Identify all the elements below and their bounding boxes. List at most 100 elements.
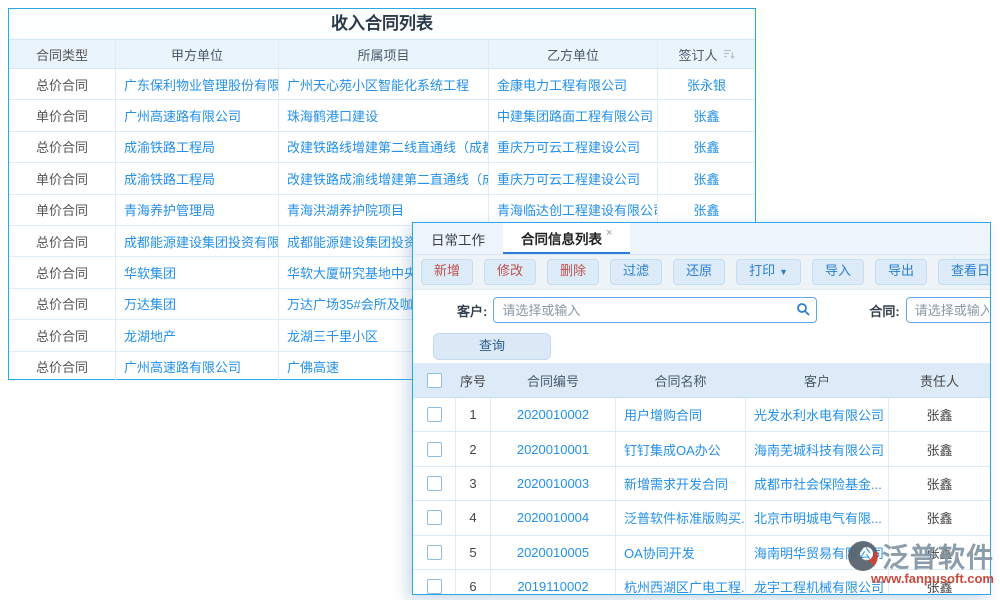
tab-label: 日常工作 bbox=[431, 229, 485, 249]
query-button[interactable]: 查询 bbox=[433, 333, 551, 360]
delete-button[interactable]: 删除 bbox=[547, 259, 599, 285]
select-all-checkbox[interactable] bbox=[427, 373, 442, 388]
contract-search-input[interactable] bbox=[906, 297, 991, 323]
cell-contract-name[interactable]: 钉钉集成OA办公 bbox=[616, 432, 746, 465]
table-row[interactable]: 总价合同 广东保利物业管理股份有限... 广州天心苑小区智能化系统工程 金康电力… bbox=[9, 69, 755, 100]
cell-index: 3 bbox=[456, 467, 491, 500]
cell-contract-code[interactable]: 2019110002 bbox=[491, 570, 616, 595]
sort-icon[interactable] bbox=[723, 48, 735, 60]
row-checkbox[interactable] bbox=[427, 407, 442, 422]
cell-party-a[interactable]: 成都能源建设集团投资有限... bbox=[116, 226, 279, 256]
tab-daily-work[interactable]: 日常工作 bbox=[413, 223, 503, 254]
cell-customer[interactable]: 海南明华贸易有限公司 bbox=[746, 536, 889, 569]
row-checkbox[interactable] bbox=[427, 545, 442, 560]
export-button[interactable]: 导出 bbox=[875, 259, 927, 285]
search-icon[interactable] bbox=[796, 302, 810, 319]
cell-index: 1 bbox=[456, 398, 491, 431]
edit-button[interactable]: 修改 bbox=[484, 259, 536, 285]
cell-project[interactable]: 广州天心苑小区智能化系统工程 bbox=[279, 69, 489, 99]
cell-contract-name[interactable]: 杭州西湖区广电工程... bbox=[616, 570, 746, 595]
cell-contract-type: 总价合同 bbox=[9, 352, 116, 382]
col-header-contract-type[interactable]: 合同类型 bbox=[9, 40, 116, 68]
cell-contract-type: 总价合同 bbox=[9, 132, 116, 162]
cell-customer[interactable]: 龙宇工程机械有限公司 bbox=[746, 570, 889, 595]
cell-contract-type: 总价合同 bbox=[9, 257, 116, 287]
col-header-party-a[interactable]: 甲方单位 bbox=[116, 40, 279, 68]
row-checkbox[interactable] bbox=[427, 442, 442, 457]
customer-search-input[interactable] bbox=[493, 297, 817, 323]
cell-party-b[interactable]: 重庆万可云工程建设公司 bbox=[489, 132, 658, 162]
table-row[interactable]: 单价合同 广州高速路有限公司 珠海鹤港口建设 中建集团路面工程有限公司 张鑫 bbox=[9, 100, 755, 131]
cell-project[interactable]: 珠海鹤港口建设 bbox=[279, 100, 489, 130]
cell-party-a[interactable]: 华软集团 bbox=[116, 257, 279, 287]
restore-button[interactable]: 还原 bbox=[673, 259, 725, 285]
cell-party-a[interactable]: 青海养护管理局 bbox=[116, 195, 279, 225]
cell-contract-code[interactable]: 2020010005 bbox=[491, 536, 616, 569]
contract-row[interactable]: 6 2019110002 杭州西湖区广电工程... 龙宇工程机械有限公司 张鑫 bbox=[413, 570, 990, 595]
cell-contract-code[interactable]: 2020010004 bbox=[491, 501, 616, 534]
view-log-button[interactable]: 查看日志 bbox=[938, 259, 991, 285]
cell-contract-type: 单价合同 bbox=[9, 100, 116, 130]
contract-row[interactable]: 2 2020010001 钉钉集成OA办公 海南芜城科技有限公司 张鑫 bbox=[413, 432, 990, 466]
cell-contract-type: 总价合同 bbox=[9, 289, 116, 319]
cell-party-a[interactable]: 广东保利物业管理股份有限... bbox=[116, 69, 279, 99]
cell-party-a[interactable]: 广州高速路有限公司 bbox=[116, 100, 279, 130]
cell-party-b[interactable]: 中建集团路面工程有限公司 bbox=[489, 100, 658, 130]
col-header-code[interactable]: 合同编号 bbox=[491, 363, 616, 397]
print-dropdown-button[interactable]: 打印▼ bbox=[736, 259, 801, 285]
col-header-owner[interactable]: 责任人 bbox=[889, 363, 990, 397]
cell-owner: 张鑫 bbox=[889, 570, 990, 595]
cell-customer[interactable]: 北京市明城电气有限... bbox=[746, 501, 889, 534]
cell-contract-code[interactable]: 2020010003 bbox=[491, 467, 616, 500]
cell-project[interactable]: 改建铁路线增建第二线直通线（成都-... bbox=[279, 132, 489, 162]
cell-party-b[interactable]: 青海临达创工程建设有限公司 bbox=[489, 195, 658, 225]
col-header-party-b[interactable]: 乙方单位 bbox=[489, 40, 658, 68]
cell-contract-name[interactable]: 用户增购合同 bbox=[616, 398, 746, 431]
cell-contract-code[interactable]: 2020010002 bbox=[491, 398, 616, 431]
cell-party-a[interactable]: 成渝铁路工程局 bbox=[116, 163, 279, 193]
cell-contract-name[interactable]: 泛普软件标准版购买... bbox=[616, 501, 746, 534]
cell-project[interactable]: 改建铁路成渝线增建第二直通线（成... bbox=[279, 163, 489, 193]
import-button[interactable]: 导入 bbox=[812, 259, 864, 285]
cell-party-b[interactable]: 重庆万可云工程建设公司 bbox=[489, 163, 658, 193]
cell-contract-type: 总价合同 bbox=[9, 69, 116, 99]
customer-filter bbox=[493, 297, 817, 323]
cell-contract-name[interactable]: 新增需求开发合同 bbox=[616, 467, 746, 500]
col-header-index[interactable]: 序号 bbox=[456, 363, 491, 397]
contract-info-panel: 日常工作 合同信息列表 × 新增 修改 删除 过滤 还原 打印▼ 导入 导出 查… bbox=[412, 222, 991, 595]
cell-contract-type: 总价合同 bbox=[9, 320, 116, 350]
cell-customer[interactable]: 成都市社会保险基金... bbox=[746, 467, 889, 500]
col-header-customer[interactable]: 客户 bbox=[746, 363, 889, 397]
cell-project[interactable]: 青海洪湖养护院项目 bbox=[279, 195, 489, 225]
cell-customer[interactable]: 光发水利水电有限公司 bbox=[746, 398, 889, 431]
cell-customer[interactable]: 海南芜城科技有限公司 bbox=[746, 432, 889, 465]
contract-row[interactable]: 1 2020010002 用户增购合同 光发水利水电有限公司 张鑫 bbox=[413, 398, 990, 432]
row-checkbox[interactable] bbox=[427, 476, 442, 491]
cell-party-a[interactable]: 万达集团 bbox=[116, 289, 279, 319]
contract-row[interactable]: 5 2020010005 OA协同开发 海南明华贸易有限公司 张鑫 bbox=[413, 536, 990, 570]
cell-index: 4 bbox=[456, 501, 491, 534]
filter-button[interactable]: 过滤 bbox=[610, 259, 662, 285]
add-button[interactable]: 新增 bbox=[421, 259, 473, 285]
cell-contract-code[interactable]: 2020010001 bbox=[491, 432, 616, 465]
cell-owner: 张鑫 bbox=[889, 536, 990, 569]
col-header-project[interactable]: 所属项目 bbox=[279, 40, 489, 68]
cell-party-a[interactable]: 成渝铁路工程局 bbox=[116, 132, 279, 162]
cell-contract-name[interactable]: OA协同开发 bbox=[616, 536, 746, 569]
cell-contract-type: 总价合同 bbox=[9, 226, 116, 256]
tab-contract-info-list[interactable]: 合同信息列表 × bbox=[503, 223, 630, 254]
table-row[interactable]: 总价合同 成渝铁路工程局 改建铁路线增建第二线直通线（成都-... 重庆万可云工… bbox=[9, 132, 755, 163]
close-icon[interactable]: × bbox=[606, 227, 612, 239]
row-checkbox[interactable] bbox=[427, 579, 442, 594]
cell-party-a[interactable]: 龙湖地产 bbox=[116, 320, 279, 350]
tab-label: 合同信息列表 bbox=[521, 228, 602, 248]
col-header-signer[interactable]: 签订人 bbox=[658, 40, 755, 68]
table-row[interactable]: 单价合同 成渝铁路工程局 改建铁路成渝线增建第二直通线（成... 重庆万可云工程… bbox=[9, 163, 755, 194]
cell-index: 6 bbox=[456, 570, 491, 595]
col-header-name[interactable]: 合同名称 bbox=[616, 363, 746, 397]
cell-party-a[interactable]: 广州高速路有限公司 bbox=[116, 352, 279, 382]
contract-row[interactable]: 4 2020010004 泛普软件标准版购买... 北京市明城电气有限... 张… bbox=[413, 501, 990, 535]
row-checkbox[interactable] bbox=[427, 510, 442, 525]
contract-row[interactable]: 3 2020010003 新增需求开发合同 成都市社会保险基金... 张鑫 bbox=[413, 467, 990, 501]
cell-party-b[interactable]: 金康电力工程有限公司 bbox=[489, 69, 658, 99]
